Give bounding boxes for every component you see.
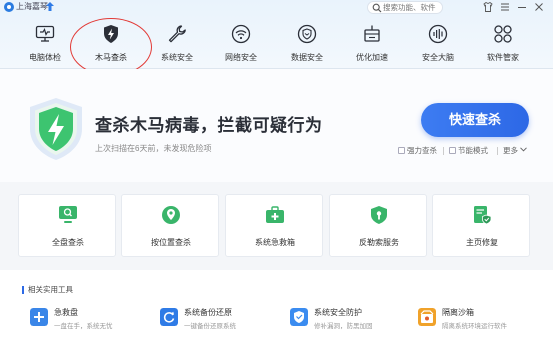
nav-label: 优化加速	[356, 53, 388, 62]
nav-item-network-security[interactable]: 网络安全	[210, 16, 272, 68]
backup-restore-icon	[160, 308, 178, 326]
divider	[497, 147, 498, 155]
card-anti-ransom[interactable]: 反勒索服务	[329, 194, 427, 257]
powerful-scan-checkbox[interactable]	[398, 147, 405, 154]
eco-mode-checkbox[interactable]	[449, 147, 456, 154]
apps-icon	[494, 25, 512, 43]
more-options[interactable]: 更多	[503, 146, 527, 156]
nav-label: 网络安全	[225, 53, 257, 62]
tool-rescue-disk[interactable]: 急救盘 一盘在手，系统无忧	[30, 307, 130, 333]
nav-item-data-security[interactable]: 数据安全	[276, 16, 338, 68]
first-aid-icon	[266, 206, 284, 223]
anti-ransom-icon	[371, 206, 387, 224]
nav-item-trojan-scan[interactable]: 木马查杀	[80, 16, 142, 68]
nav-label: 木马查杀	[95, 53, 127, 62]
tool-security-guard[interactable]: 系统安全防护 修补漏洞，防黑加固	[290, 307, 400, 333]
search-icon	[372, 3, 382, 13]
option-label: 强力查杀	[407, 146, 437, 155]
tool-name: 隔离沙箱	[442, 308, 474, 317]
card-label: 反勒索服务	[359, 238, 399, 247]
section-title: 相关实用工具	[22, 286, 73, 294]
title-bar: 上海嘉琴	[0, 0, 553, 15]
homepage-repair-icon	[474, 206, 492, 225]
tool-backup-restore[interactable]: 系统备份还原 一键备份还原系统	[160, 307, 270, 333]
nav-label: 数据安全	[291, 53, 323, 62]
security-guard-icon	[290, 308, 308, 326]
sandbox-icon	[418, 308, 436, 326]
main-nav: 电脑体检 木马查杀 系统安全 网络安全 数据安全 优化加速 安全大脑 软件管家	[0, 16, 553, 76]
app-name: 上海嘉琴	[16, 2, 48, 11]
tool-desc: 一盘在手，系统无忧	[54, 323, 113, 330]
monitor-icon	[35, 25, 55, 42]
card-label: 系统急救箱	[255, 238, 295, 247]
nav-label: 电脑体检	[29, 53, 61, 62]
eco-mode-option[interactable]: 节能模式	[449, 146, 488, 156]
nav-label: 系统安全	[161, 53, 193, 62]
hero-title: 查杀木马病毒，拦截可疑行为	[95, 116, 323, 135]
quick-scan-button[interactable]: 快速查杀	[421, 103, 529, 137]
nav-label: 安全大脑	[422, 53, 454, 62]
tool-desc: 隔离系统环境运行软件	[442, 323, 507, 330]
skin-icon[interactable]	[482, 1, 494, 13]
card-location-scan[interactable]: 按位置查杀	[121, 194, 219, 257]
full-scan-icon	[59, 206, 77, 223]
card-homepage-repair[interactable]: 主页修复	[432, 194, 530, 257]
tool-name: 系统安全防护	[314, 308, 362, 317]
nav-item-software-manager[interactable]: 软件管家	[472, 16, 534, 68]
card-label: 按位置查杀	[151, 238, 191, 247]
top-header: 上海嘉琴 搜索功能、软件 电脑体检 木马查杀 系统安全 网络安全 数据安全 优化…	[0, 0, 553, 76]
card-first-aid[interactable]: 系统急救箱	[225, 194, 323, 257]
minimize-icon[interactable]	[516, 1, 528, 13]
menu-icon[interactable]	[499, 1, 511, 13]
data-shield-icon	[297, 24, 317, 44]
tool-desc: 修补漏洞，防黑加固	[314, 323, 373, 330]
tool-name: 急救盘	[54, 308, 78, 317]
card-full-scan[interactable]: 全盘查杀	[18, 194, 116, 257]
tool-name: 系统备份还原	[184, 308, 232, 317]
option-label: 节能模式	[458, 146, 488, 155]
search-box[interactable]	[367, 1, 443, 14]
close-icon[interactable]	[533, 1, 545, 13]
tool-sandbox[interactable]: 隔离沙箱 隔离系统环境运行软件	[418, 307, 538, 333]
last-scan-status: 上次扫描在6天前，未发现危险项	[95, 144, 212, 153]
location-scan-icon	[162, 206, 180, 224]
shield-bolt-icon	[104, 25, 118, 43]
nav-item-optimize[interactable]: 优化加速	[341, 16, 403, 68]
card-label: 全盘查杀	[52, 238, 84, 247]
card-label: 主页修复	[466, 238, 498, 247]
upgrade-arrow-icon[interactable]	[46, 2, 54, 11]
tool-desc: 一键备份还原系统	[184, 323, 236, 330]
wrench-icon	[168, 25, 186, 43]
scan-mode-cards: 全盘查杀 按位置查杀 系统急救箱 反勒索服务 主页修复	[18, 194, 538, 257]
nav-label: 软件管家	[487, 53, 519, 62]
app-logo	[4, 2, 14, 12]
nav-item-security-brain[interactable]: 安全大脑	[407, 16, 469, 68]
divider	[443, 147, 444, 155]
powerful-scan-option[interactable]: 强力查杀	[398, 146, 437, 156]
nav-item-checkup[interactable]: 电脑体检	[14, 16, 76, 68]
brain-icon	[428, 24, 448, 44]
wifi-icon	[231, 24, 251, 44]
search-input[interactable]	[383, 2, 441, 13]
nav-item-system-security[interactable]: 系统安全	[146, 16, 208, 68]
related-tools-panel: 相关实用工具 急救盘 一盘在手，系统无忧 系统备份还原 一键备份还原系统 系统安…	[0, 270, 553, 346]
shield-bolt-icon	[30, 98, 82, 160]
hero-panel: 查杀木马病毒，拦截可疑行为 上次扫描在6天前，未发现危险项 快速查杀 强力查杀 …	[0, 69, 553, 182]
chevron-down-icon	[520, 147, 527, 152]
rocket-icon	[364, 25, 380, 42]
rescue-disk-icon	[30, 308, 48, 326]
option-label: 更多	[503, 146, 518, 155]
